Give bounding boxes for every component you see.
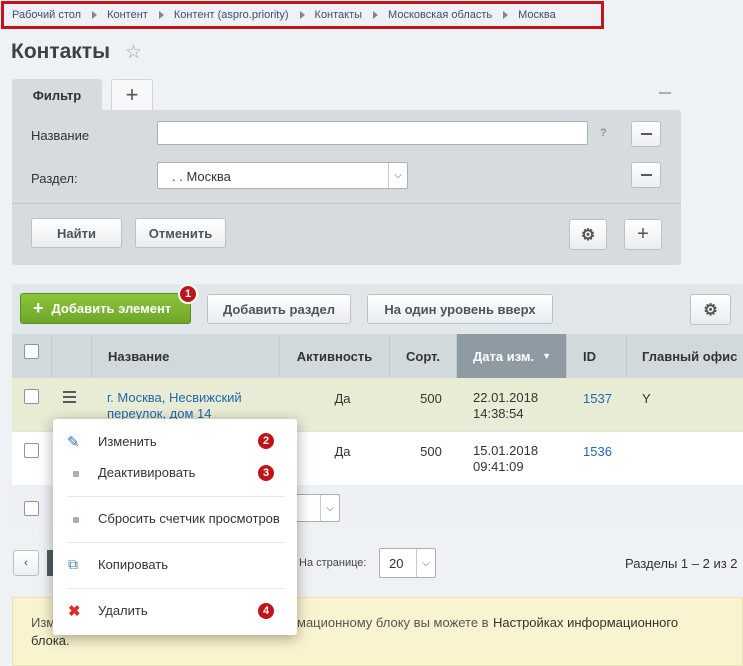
- step-badge-1: 1: [178, 284, 198, 304]
- remove-name-field-button[interactable]: [631, 121, 661, 147]
- breadcrumb-separator-icon: [503, 11, 509, 19]
- step-badge-4: 4: [256, 601, 276, 621]
- notice-settings-link-end[interactable]: блока.: [31, 633, 70, 648]
- breadcrumb-content[interactable]: Контент: [107, 9, 148, 21]
- prev-page-button[interactable]: ‹: [13, 550, 39, 576]
- filter-section-value: . . Москва: [172, 169, 231, 184]
- group-action-checkbox[interactable]: [24, 501, 39, 516]
- per-page-label: На странице:: [299, 557, 367, 569]
- group-action-select[interactable]: ⌵: [296, 494, 340, 522]
- page-title: Контакты: [11, 40, 111, 63]
- row-id[interactable]: 1536: [583, 444, 612, 459]
- header-date-label: Дата изм.: [473, 348, 535, 364]
- row-sort: 500: [420, 444, 442, 459]
- breadcrumb: Рабочий стол Контент Контент (aspro.prio…: [1, 1, 604, 29]
- notice-text-start: Изм: [31, 615, 56, 630]
- tab-filter[interactable]: Фильтр: [12, 79, 102, 111]
- step-badge-2: 2: [256, 431, 276, 451]
- header-actions-cell: [52, 334, 92, 378]
- level-up-button[interactable]: На один уровень вверх: [367, 294, 553, 324]
- filter-divider: [12, 203, 681, 204]
- step-badge-3: 3: [256, 463, 276, 483]
- plus-icon: +: [33, 298, 44, 318]
- minus-icon: [640, 133, 652, 135]
- cancel-button[interactable]: Отменить: [135, 218, 226, 248]
- row-active: Да: [334, 391, 351, 406]
- row-name-link[interactable]: г. Москва, Несвижский переулок, дом 14: [107, 390, 267, 419]
- header-sort[interactable]: Сорт.: [390, 334, 457, 378]
- per-page-value: 20: [389, 556, 404, 571]
- row-active: Да: [334, 444, 351, 459]
- plus-icon: +: [637, 223, 649, 245]
- row-date: 22.01.2018 14:38:54: [473, 390, 539, 421]
- menu-item-reset-views[interactable]: Сбросить счетчик просмотров: [98, 511, 280, 526]
- delete-icon: ✖: [68, 603, 81, 620]
- add-element-label: Добавить элемент: [51, 301, 172, 316]
- breadcrumb-desktop[interactable]: Рабочий стол: [12, 9, 81, 21]
- list-settings-button[interactable]: ⚙: [690, 294, 731, 325]
- breadcrumb-separator-icon: [373, 11, 379, 19]
- filter-section-label: Раздел:: [31, 171, 78, 186]
- notice-settings-link[interactable]: Настройках информационного: [493, 615, 678, 630]
- filter-name-label: Название: [31, 128, 90, 143]
- chevron-left-icon: ‹: [24, 557, 28, 569]
- breadcrumb-content-aspro[interactable]: Контент (aspro.priority): [174, 9, 289, 21]
- edit-icon: ✎: [67, 434, 80, 451]
- minus-icon: [640, 174, 652, 176]
- row-id[interactable]: 1537: [583, 391, 612, 406]
- filter-name-input[interactable]: [157, 121, 588, 145]
- breadcrumb-separator-icon: [92, 11, 98, 19]
- sort-desc-icon: ▼: [542, 351, 551, 361]
- row-date: 15.01.2018 09:41:09: [473, 443, 539, 474]
- header-id[interactable]: ID: [567, 334, 627, 378]
- add-section-button[interactable]: Добавить раздел: [207, 294, 351, 324]
- select-all-checkbox[interactable]: [24, 344, 39, 359]
- find-button[interactable]: Найти: [31, 218, 122, 248]
- row-checkbox[interactable]: [24, 389, 39, 404]
- add-filter-field-button[interactable]: +: [624, 219, 662, 250]
- menu-item-deactivate[interactable]: Деактивировать: [98, 465, 195, 480]
- bullet-icon: [73, 471, 79, 477]
- breadcrumb-moscow-region[interactable]: Московская область: [388, 9, 492, 21]
- menu-separator: [67, 588, 285, 589]
- breadcrumb-separator-icon: [299, 11, 305, 19]
- header-name[interactable]: Название: [92, 334, 280, 378]
- header-date[interactable]: Дата изм. ▼: [457, 334, 567, 378]
- row-menu-icon[interactable]: [63, 391, 76, 406]
- help-icon[interactable]: ?: [600, 127, 607, 139]
- remove-section-field-button[interactable]: [631, 162, 661, 188]
- menu-item-delete[interactable]: Удалить: [98, 603, 148, 618]
- per-page-select[interactable]: 20 ⌵: [379, 548, 436, 578]
- sections-info: Разделы 1 – 2 из 2: [625, 556, 738, 571]
- bullet-icon: [73, 517, 79, 523]
- filter-settings-button[interactable]: ⚙: [569, 219, 607, 250]
- row-name-link-text[interactable]: г. Москва, Несвижский переулок, дом 14: [107, 390, 242, 419]
- gear-icon: ⚙: [703, 301, 718, 319]
- filter-section-select[interactable]: . . Москва ⌵: [157, 162, 408, 189]
- row-checkbox[interactable]: [24, 443, 39, 458]
- chevron-down-icon: ⌵: [416, 549, 435, 577]
- breadcrumb-contacts[interactable]: Контакты: [315, 9, 363, 21]
- menu-item-copy[interactable]: Копировать: [98, 557, 168, 572]
- notice-text-mid: мационному блоку вы можете в: [297, 615, 489, 630]
- menu-separator: [67, 542, 285, 543]
- row-sort: 500: [420, 391, 442, 406]
- menu-separator: [67, 496, 285, 497]
- gear-icon: ⚙: [580, 226, 596, 244]
- menu-item-edit[interactable]: Изменить: [98, 434, 157, 449]
- chevron-down-icon: ⌵: [320, 495, 339, 521]
- copy-icon: ⧉: [68, 556, 78, 572]
- breadcrumb-separator-icon: [158, 11, 164, 19]
- breadcrumb-moscow[interactable]: Москва: [518, 9, 556, 21]
- header-office[interactable]: Главный офис: [627, 334, 743, 378]
- favorite-star-icon[interactable]: ☆: [125, 41, 142, 64]
- row-office: Y: [642, 391, 651, 406]
- add-filter-tab-button[interactable]: +: [111, 79, 153, 111]
- add-element-button[interactable]: + Добавить элемент: [20, 293, 191, 324]
- chevron-down-icon: ⌵: [388, 163, 407, 188]
- collapse-filter-icon[interactable]: [659, 92, 671, 94]
- header-active[interactable]: Активность: [280, 334, 390, 378]
